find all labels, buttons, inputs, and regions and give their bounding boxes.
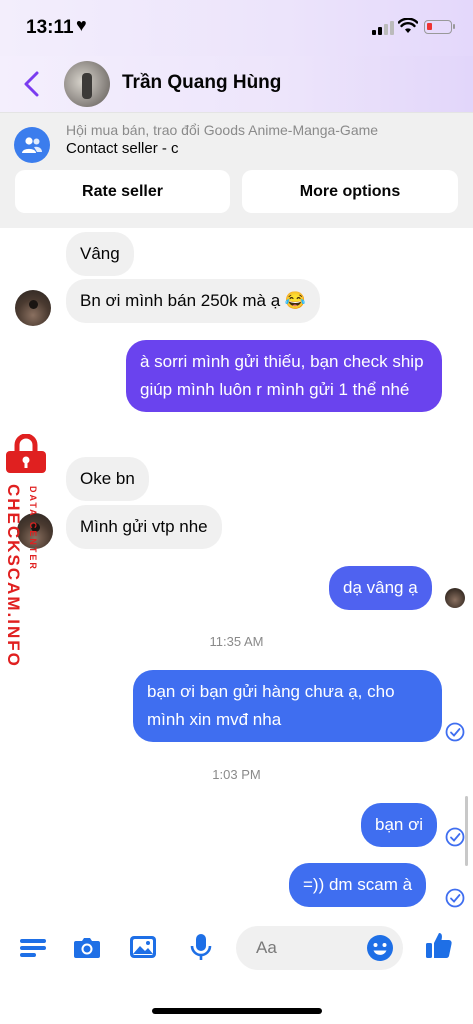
- thumbs-up-icon[interactable]: [424, 930, 454, 960]
- emoji-icon[interactable]: [365, 933, 395, 963]
- wifi-icon: [398, 18, 418, 33]
- message-bubble[interactable]: =)) dm scam à: [289, 863, 427, 907]
- message-bubble[interactable]: Vâng: [66, 232, 134, 276]
- sent-check-icon: [445, 827, 465, 847]
- gallery-icon[interactable]: [128, 932, 158, 962]
- message-composer: Aa: [0, 920, 473, 976]
- menu-icon[interactable]: [18, 932, 48, 962]
- message-bubble[interactable]: Mình gửi vtp nhe: [66, 505, 222, 549]
- checkscam-watermark: CHECKSCAM.INFO DATA CENTER: [0, 434, 56, 674]
- status-time: 13:11: [26, 17, 74, 38]
- marketplace-group-panel: Hội mua bán, trao đổi Goods Anime-Manga-…: [0, 112, 473, 228]
- message-bubble[interactable]: Oke bn: [66, 457, 149, 501]
- more-options-button[interactable]: More options: [242, 170, 458, 213]
- message-bubble[interactable]: Bn ơi mình bán 250k mà ạ 😂: [66, 279, 321, 323]
- watermark-subtext: DATA CENTER: [28, 486, 38, 571]
- sent-check-icon: [445, 888, 465, 908]
- watermark-text: CHECKSCAM.INFO: [4, 484, 23, 668]
- sender-avatar[interactable]: [15, 290, 51, 326]
- sent-check-icon: [445, 722, 465, 742]
- message-bubble[interactable]: bạn ơi: [361, 803, 438, 847]
- message-bubble[interactable]: bạn ơi bạn gửi hàng chưa ạ, cho mình xin…: [133, 670, 442, 742]
- scrollbar[interactable]: [465, 796, 468, 866]
- group-name: Hội mua bán, trao đổi Goods Anime-Manga-…: [66, 122, 379, 138]
- message-bubble[interactable]: à sorri mình gửi thiếu, bạn check ship g…: [126, 340, 442, 412]
- group-subtitle: Contact seller - c: [66, 140, 179, 157]
- battery-icon: [424, 20, 455, 34]
- camera-icon[interactable]: [72, 932, 102, 962]
- contact-name[interactable]: Trần Quang Hùng: [122, 72, 281, 94]
- chat-header: Trần Quang Hùng: [0, 56, 473, 112]
- home-indicator[interactable]: [152, 1008, 322, 1014]
- timestamp: 1:03 PM: [212, 767, 261, 782]
- group-people-icon: [14, 127, 50, 163]
- timestamp: 11:35 AM: [209, 634, 264, 649]
- heart-icon: ♥: [76, 15, 87, 35]
- cellular-signal-icon: [372, 21, 394, 35]
- status-bar: 13:11 ♥: [0, 0, 473, 56]
- contact-avatar[interactable]: [64, 61, 110, 107]
- lock-logo-icon: [6, 434, 46, 473]
- microphone-icon[interactable]: [186, 932, 216, 962]
- rate-seller-button[interactable]: Rate seller: [15, 170, 230, 213]
- back-arrow-icon[interactable]: [20, 70, 44, 98]
- read-receipt-avatar: [445, 588, 465, 608]
- message-bubble[interactable]: dạ vâng ạ: [329, 566, 432, 610]
